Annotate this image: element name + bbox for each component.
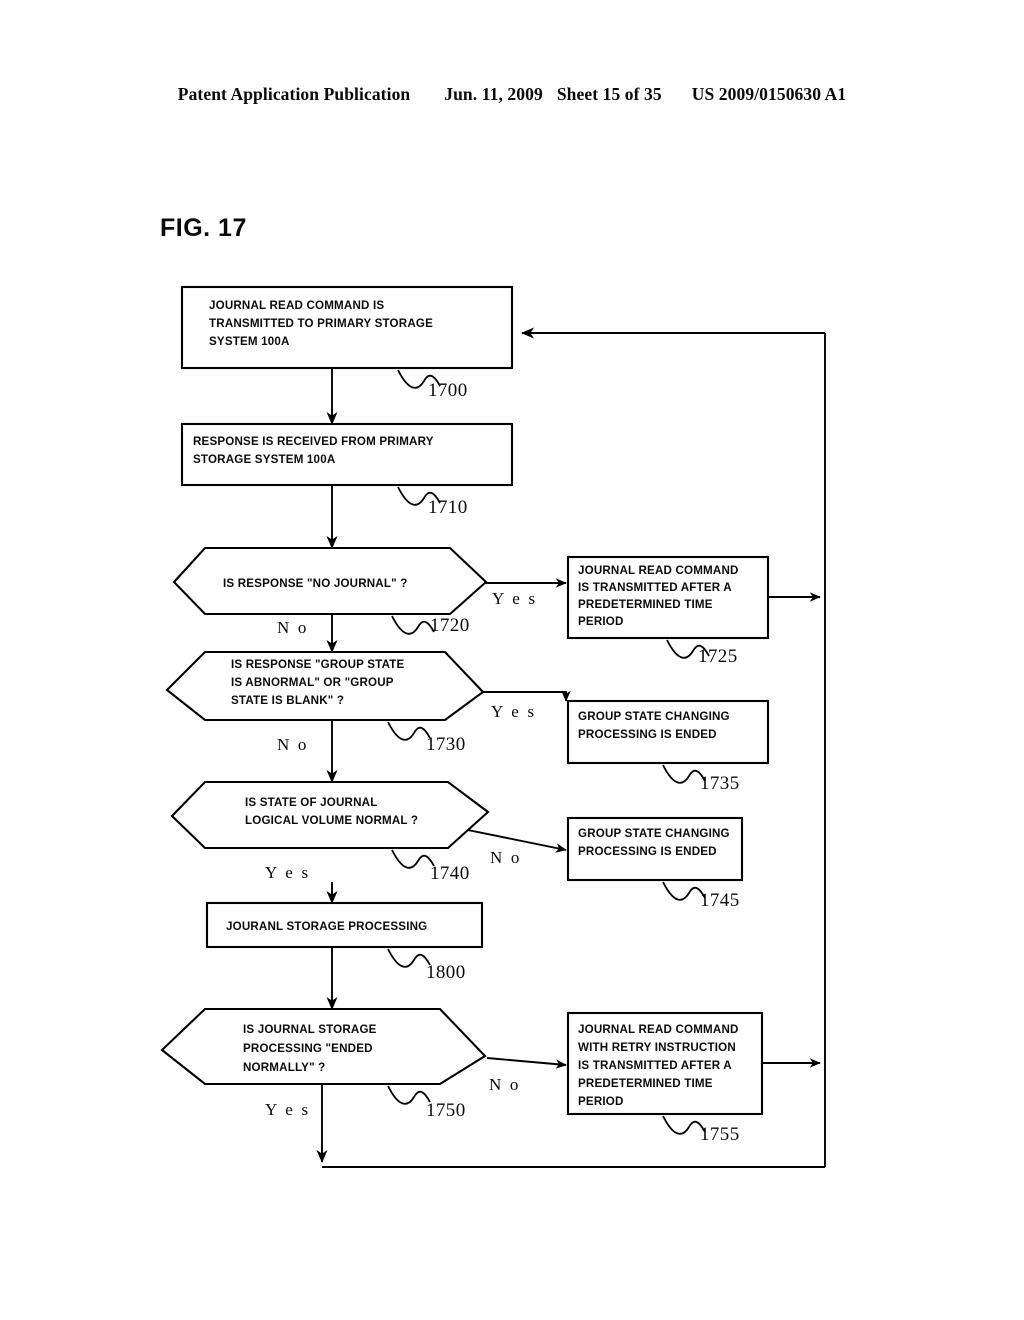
leader-line-1755 bbox=[662, 1115, 706, 1135]
node-1745-line-2: PROCESSING IS ENDED bbox=[578, 845, 717, 858]
leader-line-1735 bbox=[662, 764, 706, 784]
ref-number-1730: 1730 bbox=[426, 734, 466, 755]
node-1750-line-1: IS JOURNAL STORAGE bbox=[243, 1023, 377, 1036]
ref-number-1755: 1755 bbox=[700, 1124, 740, 1145]
node-1750-line-3: NORMALLY" ? bbox=[243, 1061, 325, 1074]
branch-label-1730-yes: Y e s bbox=[491, 702, 536, 721]
node-1730-line-3: STATE IS BLANK" ? bbox=[231, 694, 344, 707]
node-1735[interactable]: GROUP STATE CHANGING PROCESSING IS ENDED… bbox=[566, 699, 770, 794]
ref-number-1725: 1725 bbox=[698, 646, 738, 667]
node-1755-line-1: JOURNAL READ COMMAND bbox=[578, 1023, 739, 1036]
node-1755[interactable]: JOURNAL READ COMMAND WITH RETRY INSTRUCT… bbox=[566, 1011, 764, 1145]
ref-number-1745: 1745 bbox=[700, 890, 740, 911]
node-1735-line-1: GROUP STATE CHANGING bbox=[578, 710, 730, 723]
node-1740[interactable]: IS STATE OF JOURNAL LOGICAL VOLUME NORMA… bbox=[170, 780, 522, 884]
node-1730-line-2: IS ABNORMAL" OR "GROUP bbox=[231, 676, 394, 689]
node-1745-line-1: GROUP STATE CHANGING bbox=[578, 827, 730, 840]
ref-number-1750: 1750 bbox=[426, 1100, 466, 1121]
node-1755-line-4: PREDETERMINED TIME bbox=[578, 1077, 713, 1090]
ref-number-1740: 1740 bbox=[430, 863, 470, 884]
node-1755-line-2: WITH RETRY INSTRUCTION bbox=[578, 1041, 736, 1054]
leader-line-1720 bbox=[391, 615, 435, 635]
branch-label-1740-no: N o bbox=[490, 848, 522, 867]
branch-label-1730-no: N o bbox=[277, 735, 309, 754]
node-1750[interactable]: IS JOURNAL STORAGE PROCESSING "ENDED NOR… bbox=[160, 1007, 521, 1121]
leader-line-1745 bbox=[662, 881, 706, 901]
leader-line-1800 bbox=[387, 948, 431, 968]
leader-line-1740 bbox=[391, 849, 435, 869]
leader-line-1730 bbox=[387, 721, 431, 741]
ref-number-1735: 1735 bbox=[700, 773, 740, 794]
branch-label-1750-yes: Y e s bbox=[265, 1100, 310, 1119]
node-1725-line-3: PREDETERMINED TIME bbox=[578, 598, 713, 611]
branch-label-1720-no: N o bbox=[277, 618, 309, 637]
node-1700-line-2: TRANSMITTED TO PRIMARY STORAGE bbox=[209, 317, 433, 330]
node-1745[interactable]: GROUP STATE CHANGING PROCESSING IS ENDED… bbox=[566, 816, 744, 911]
edge-1740-no-to-1745 bbox=[457, 827, 567, 853]
node-1720[interactable]: IS RESPONSE "NO JOURNAL" ? 1720 Y e s N … bbox=[172, 546, 537, 637]
node-1800-line-1: JOURANL STORAGE PROCESSING bbox=[226, 920, 427, 933]
ref-number-1710: 1710 bbox=[428, 497, 468, 518]
branch-label-1740-yes: Y e s bbox=[265, 863, 310, 882]
node-1755-line-3: IS TRANSMITTED AFTER A bbox=[578, 1059, 732, 1072]
node-1730[interactable]: IS RESPONSE "GROUP STATE IS ABNORMAL" OR… bbox=[165, 650, 536, 755]
ref-number-1700: 1700 bbox=[428, 380, 468, 401]
ref-number-1800: 1800 bbox=[426, 962, 466, 983]
node-1700-line-3: SYSTEM 100A bbox=[209, 335, 290, 348]
node-1740-line-1: IS STATE OF JOURNAL bbox=[245, 796, 377, 809]
node-1750-line-2: PROCESSING "ENDED bbox=[243, 1042, 373, 1055]
node-1700-line-1: JOURNAL READ COMMAND IS bbox=[209, 299, 384, 312]
branch-label-1720-yes: Y e s bbox=[492, 589, 537, 608]
node-1730-line-1: IS RESPONSE "GROUP STATE bbox=[231, 658, 405, 671]
node-1710[interactable]: RESPONSE IS RECEIVED FROM PRIMARY STORAG… bbox=[180, 422, 514, 518]
node-1755-line-5: PERIOD bbox=[578, 1095, 624, 1108]
patent-page: Patent Application Publication Jun. 11, … bbox=[0, 0, 1024, 1320]
node-1710-line-2: STORAGE SYSTEM 100A bbox=[193, 453, 336, 466]
ref-number-1720: 1720 bbox=[430, 615, 470, 636]
node-1735-line-2: PROCESSING IS ENDED bbox=[578, 728, 717, 741]
node-1740-line-2: LOGICAL VOLUME NORMAL ? bbox=[245, 814, 418, 827]
node-1700[interactable]: JOURNAL READ COMMAND IS TRANSMITTED TO P… bbox=[180, 285, 514, 401]
node-1725-line-4: PERIOD bbox=[578, 615, 624, 628]
edge-1750-no-to-1755 bbox=[486, 1057, 567, 1069]
node-1725-line-2: IS TRANSMITTED AFTER A bbox=[578, 581, 732, 594]
node-1800[interactable]: JOURANL STORAGE PROCESSING 1800 bbox=[205, 901, 484, 983]
node-1710-line-1: RESPONSE IS RECEIVED FROM PRIMARY bbox=[193, 435, 434, 448]
flowchart-diagram: JOURNAL READ COMMAND IS TRANSMITTED TO P… bbox=[160, 285, 826, 1168]
node-1720-line-1: IS RESPONSE "NO JOURNAL" ? bbox=[223, 577, 407, 590]
node-1725-line-1: JOURNAL READ COMMAND bbox=[578, 564, 739, 577]
branch-label-1750-no: N o bbox=[489, 1075, 521, 1094]
node-1725[interactable]: JOURNAL READ COMMAND IS TRANSMITTED AFTE… bbox=[566, 555, 770, 667]
leader-line-1750 bbox=[387, 1085, 431, 1105]
edge-1730-yes-to-1735 bbox=[470, 690, 571, 702]
